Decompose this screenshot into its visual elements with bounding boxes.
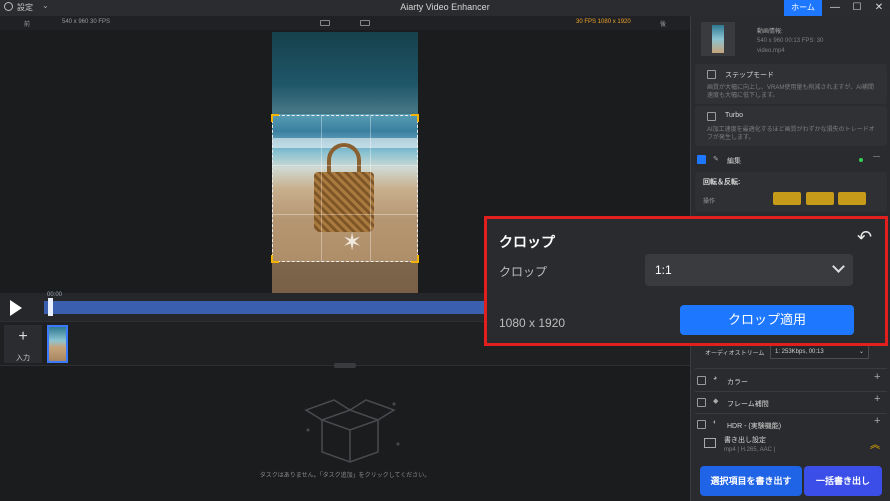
plus-icon: + — [18, 328, 28, 345]
hdr-icon: ◐ — [713, 419, 718, 426]
playhead[interactable] — [48, 298, 53, 316]
app-title: Aiarty Video Enhancer — [400, 2, 490, 12]
crop-resolution: 1080 x 1920 — [499, 316, 566, 330]
close-button[interactable]: ✕ — [868, 0, 890, 16]
step-mode-checkbox[interactable] — [707, 70, 716, 79]
file-info-title: 動画情報: — [757, 29, 783, 35]
audio-stream-label: オーディオストリーム — [705, 351, 765, 357]
crop-label: クロップ — [499, 265, 548, 279]
file-info-meta: 540 x 960 00:13 FPS: 30 — [757, 38, 824, 44]
export-settings-label: 書き出し設定 — [724, 437, 766, 444]
flip-vertical-button[interactable] — [838, 192, 866, 205]
play-icon[interactable] — [10, 300, 22, 316]
add-color-button[interactable]: + — [874, 371, 880, 383]
add-task-label: 入力 — [16, 355, 30, 362]
add-frame-interp-button[interactable]: + — [874, 393, 880, 405]
source-info: 540 x 960 30 FPS — [62, 19, 111, 25]
divider — [695, 391, 887, 392]
timeline-time: 00:00 — [47, 292, 63, 298]
divider — [695, 368, 887, 369]
rotate-button[interactable] — [773, 192, 801, 205]
crop-dim-bottom — [272, 262, 418, 293]
color-checkbox[interactable] — [697, 376, 706, 385]
file-name: video.mp4 — [757, 48, 785, 54]
title-bar: 設定 ⌄ Aiarty Video Enhancer ホーム — ☐ ✕ — [0, 0, 890, 16]
frame-interp-label: フレーム補間 — [727, 401, 769, 408]
export-selected-button[interactable]: 選択項目を書き出す — [700, 466, 802, 496]
step-mode-card: ステップモード 画質が大幅に向上し、VRAM使用量も削減されますが、AI補間速度… — [695, 64, 887, 104]
hdr-checkbox[interactable] — [697, 420, 706, 429]
crop-dim-top — [272, 32, 418, 114]
file-thumbnail — [701, 22, 735, 56]
apply-crop-button[interactable]: クロップ適用 — [680, 305, 854, 335]
edit-label: 編集 — [727, 158, 741, 165]
crop-box[interactable] — [271, 114, 419, 263]
compare-view-icon[interactable] — [360, 20, 370, 26]
divider — [695, 413, 887, 414]
before-label: 前 — [24, 22, 31, 28]
edit-checkbox[interactable] — [697, 155, 706, 164]
file-info-card: 動画情報: 540 x 960 00:13 FPS: 30 video.mp4 — [697, 20, 885, 62]
task-thumbnail[interactable] — [47, 325, 68, 363]
after-label: 後 — [660, 22, 667, 28]
crop-panel: クロップ ↶ クロップ 1:1 1080 x 1920 クロップ適用 — [484, 216, 888, 346]
step-mode-label: ステップモード — [725, 72, 774, 79]
crop-handle-bottom-right[interactable] — [411, 255, 419, 263]
chevron-down-icon: ⌄ — [858, 349, 864, 355]
crop-handle-top-right[interactable] — [411, 114, 419, 122]
empty-box-icon — [304, 399, 400, 463]
empty-message: タスクはありません。「タスク追加」をクリックしてください。 — [259, 473, 431, 479]
add-task-button[interactable]: + 入力 — [4, 325, 42, 363]
crop-grid-line — [370, 116, 371, 261]
preview-header: 前 540 x 960 30 FPS 30 FPS 1080 x 1920 後 — [0, 16, 690, 30]
output-info: 30 FPS 1080 x 1920 — [576, 19, 631, 25]
crop-grid-line — [273, 214, 417, 215]
collapse-handle[interactable] — [334, 363, 356, 368]
chevron-up-icon[interactable]: ︽ — [870, 436, 880, 451]
add-hdr-button[interactable]: + — [874, 415, 880, 427]
turbo-card: Turbo AI加工速度を最適化するほど画質がわずかな損失のトレードオフが発生し… — [695, 106, 887, 146]
empty-task-area: タスクはありません。「タスク追加」をクリックしてください。 — [0, 363, 690, 501]
crop-handle-bottom-left[interactable] — [271, 255, 279, 263]
crop-ratio-select[interactable]: 1:1 — [645, 254, 853, 286]
status-dot — [859, 158, 863, 162]
export-settings[interactable]: 書き出し設定 mp4 | H.265, AAC | ︽ — [696, 430, 884, 460]
flip-horizontal-button[interactable] — [806, 192, 834, 205]
undo-icon[interactable]: ↶ — [857, 227, 872, 248]
color-label: カラー — [727, 379, 748, 386]
turbo-label: Turbo — [725, 112, 744, 119]
split-view-icon[interactable] — [320, 20, 330, 26]
maximize-button[interactable]: ☐ — [846, 0, 868, 16]
chevron-down-icon — [832, 260, 845, 273]
audio-stream-select[interactable]: 1: 253Kbps, 00:13 ⌄ — [770, 345, 869, 359]
export-all-button[interactable]: 一括書き出し — [804, 466, 882, 496]
crop-grid-line — [273, 165, 417, 166]
monitor-icon — [704, 438, 716, 448]
crop-ratio-value: 1:1 — [655, 263, 672, 277]
home-button[interactable]: ホーム — [784, 0, 822, 16]
rotate-label: 回転＆反転: — [703, 179, 741, 186]
step-mode-desc: 画質が大幅に向上し、VRAM使用量も削減されますが、AI補間速度も大幅に低下しま… — [707, 85, 874, 99]
palette-icon: ◕ — [713, 375, 718, 382]
operation-label: 操作 — [703, 199, 716, 205]
audio-stream-value: 1: 253Kbps, 00:13 — [775, 349, 824, 355]
crop-grid-line — [321, 116, 322, 261]
crop-title: クロップ — [499, 234, 555, 250]
export-format: mp4 | H.265, AAC | — [724, 447, 776, 453]
frame-interp-checkbox[interactable] — [697, 398, 706, 407]
turbo-checkbox[interactable] — [707, 112, 716, 121]
edit-icon: ✎ — [713, 156, 719, 163]
collapse-edit-button[interactable]: — — [873, 153, 880, 160]
minimize-button[interactable]: — — [824, 0, 846, 16]
turbo-desc: AI加工速度を最適化するほど画質がわずかな損失のトレードオフが発生します。 — [707, 127, 875, 141]
crop-handle-top-left[interactable] — [271, 114, 279, 122]
frame-interp-icon: ◆ — [713, 398, 719, 405]
